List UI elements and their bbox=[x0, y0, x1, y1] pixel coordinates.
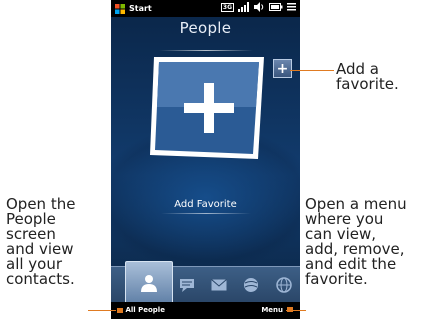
battery-icon bbox=[269, 3, 283, 11]
add-favorite-card[interactable] bbox=[146, 55, 266, 165]
softkey-right-label: Menu bbox=[261, 306, 283, 314]
globe-icon bbox=[276, 277, 292, 293]
leader-add-favorite bbox=[290, 70, 334, 71]
phone-icon bbox=[244, 278, 258, 292]
title-divider bbox=[159, 50, 253, 51]
add-favorite-divider bbox=[161, 213, 251, 214]
add-favorite-label[interactable]: Add Favorite bbox=[111, 199, 300, 210]
softkey-marker bbox=[117, 307, 123, 313]
menu-icon[interactable] bbox=[287, 3, 296, 11]
signal-icon bbox=[238, 2, 249, 12]
callout-open-menu: Open a menu where you can view, add, rem… bbox=[305, 195, 407, 288]
leader-open-people bbox=[88, 310, 116, 311]
email-icon bbox=[211, 279, 227, 291]
tab-internet[interactable] bbox=[268, 267, 300, 303]
windows-start-icon[interactable] bbox=[115, 3, 125, 14]
softkey-all-people[interactable]: All People bbox=[117, 306, 165, 314]
softkey-bar: All People Menu bbox=[111, 302, 300, 319]
status-bar: Start 3G bbox=[111, 0, 300, 17]
tab-people[interactable] bbox=[125, 261, 173, 304]
tab-messages[interactable] bbox=[171, 267, 203, 303]
softkey-left-label: All People bbox=[125, 306, 165, 314]
add-favorite-button[interactable]: + bbox=[273, 59, 292, 78]
tab-phone[interactable] bbox=[235, 267, 267, 303]
page-title: People bbox=[179, 19, 232, 37]
start-label[interactable]: Start bbox=[129, 4, 152, 13]
tab-email[interactable] bbox=[203, 267, 235, 303]
softkey-menu[interactable]: Menu bbox=[261, 306, 293, 314]
callout-open-people: Open the People screen and view all your… bbox=[6, 195, 76, 288]
volume-icon[interactable] bbox=[254, 2, 265, 12]
tab-strip bbox=[111, 261, 300, 304]
leader-open-menu bbox=[286, 310, 306, 311]
plus-icon-horizontal bbox=[184, 103, 234, 113]
status-icons: 3G bbox=[220, 2, 296, 12]
message-icon bbox=[180, 279, 194, 292]
person-icon bbox=[141, 275, 157, 292]
phone-screen: Start 3G People + Add Favorite All Peopl… bbox=[111, 0, 300, 319]
callout-add-favorite: Add a favorite. bbox=[336, 60, 399, 93]
3g-data-icon: 3G bbox=[220, 2, 234, 12]
